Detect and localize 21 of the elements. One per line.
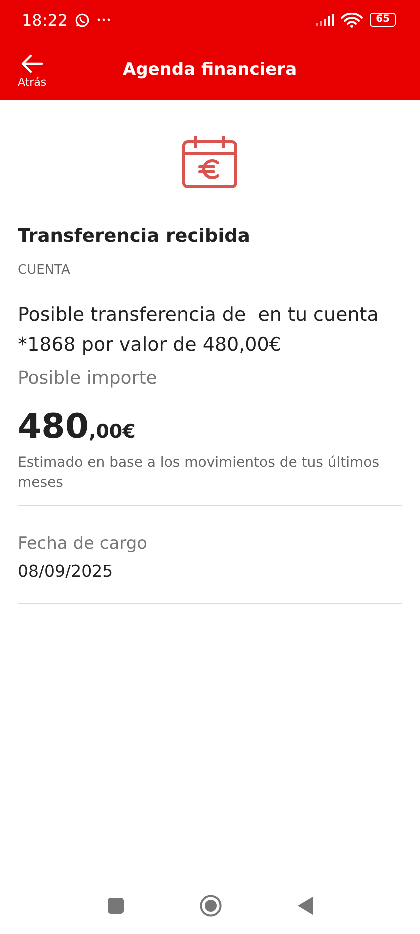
field-value: 08/09/2025 [18, 562, 114, 581]
back-arrow-icon [20, 54, 44, 74]
screen-title: Agenda financiera [122, 60, 298, 80]
field-label: Fecha de cargo [18, 534, 149, 554]
calendar-euro-icon [182, 134, 238, 190]
status-time: 18:22 [22, 10, 68, 30]
category-label: CUENTA [18, 263, 72, 278]
transaction-description: Posible transferencia de en tu cuenta *1868 por valor de 480,00€ [18, 303, 380, 358]
battery-indicator: 65 [370, 13, 396, 27]
wifi-icon [341, 12, 364, 28]
back-triangle-icon[interactable] [298, 897, 312, 915]
more-dots-icon [97, 18, 112, 22]
recent-apps-icon[interactable] [108, 898, 124, 914]
amount-value: 480,00€ [18, 407, 137, 447]
chat-bubble-icon [75, 12, 90, 28]
estimate-note: Estimado en base a los movimientos de tus últimos meses [18, 454, 381, 493]
home-icon[interactable] [200, 895, 222, 917]
amount-label: Posible importe [18, 368, 158, 389]
transaction-title: Transferencia recibida [18, 226, 252, 247]
signal-icon [316, 14, 334, 26]
back-button[interactable]: Atrás [14, 52, 51, 91]
